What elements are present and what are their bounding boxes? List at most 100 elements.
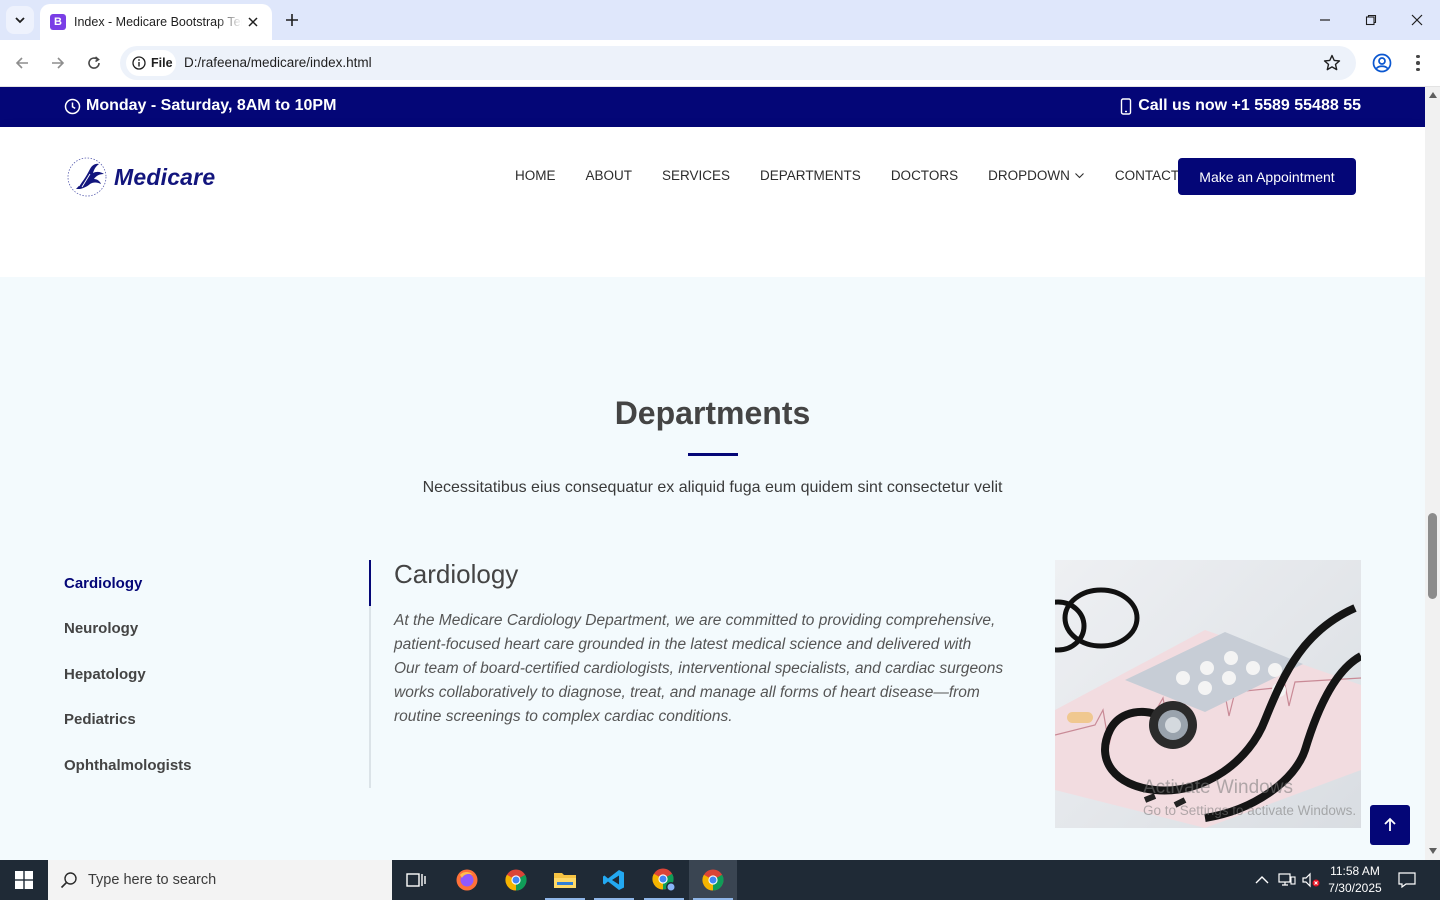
tab-hepatology[interactable]: Hepatology: [64, 666, 146, 683]
chrome-profile-icon: [652, 868, 676, 892]
chevron-down-icon: [15, 17, 25, 24]
vscode-icon: [603, 870, 624, 890]
arrow-right-icon: [52, 57, 65, 69]
section-title-underline: [688, 453, 738, 456]
medicare-eagle-logo-icon: [67, 157, 107, 197]
taskbar-vscode[interactable]: [590, 860, 638, 900]
scroll-down-arrow[interactable]: [1428, 846, 1437, 856]
reload-button[interactable]: [83, 52, 105, 74]
triangle-down-icon: [1428, 848, 1437, 854]
header-spacer-band: [0, 227, 1425, 277]
nav-home[interactable]: HOME: [515, 168, 556, 183]
site-header: Medicare HOME ABOUT SERVICES DEPARTMENTS…: [0, 127, 1425, 227]
nav-contact[interactable]: CONTACT: [1115, 168, 1179, 183]
tray-overflow-button[interactable]: [1252, 860, 1272, 900]
browser-toolbar: File D:/rafeena/medicare/index.html: [0, 40, 1440, 87]
reload-icon: [88, 56, 100, 69]
clock-date: 7/30/2025: [1328, 881, 1382, 895]
topbar: Monday - Saturday, 8AM to 10PM Call us n…: [0, 87, 1425, 127]
taskbar-search-placeholder: Type here to search: [88, 872, 217, 888]
taskbar-search-box[interactable]: Type here to search: [48, 860, 392, 900]
department-detail-text: At the Medicare Cardiology Department, w…: [394, 609, 1014, 729]
back-button[interactable]: [11, 52, 33, 74]
scrollbar-thumb[interactable]: [1428, 513, 1437, 599]
detail-line: routine screenings to complex cardiac co…: [394, 708, 733, 725]
action-center-button[interactable]: [1395, 860, 1419, 900]
section-title: Departments: [614, 395, 811, 431]
chevron-down-icon: [1074, 173, 1084, 179]
info-icon: [132, 56, 146, 70]
phone-icon: [1120, 97, 1132, 115]
firefox-icon: [456, 869, 478, 891]
windows-activation-watermark-subtitle: Go to Settings to activate Windows.: [1143, 803, 1357, 818]
tab-cardiology[interactable]: Cardiology: [64, 575, 142, 592]
windows-activation-watermark-title: Activate Windows: [1143, 777, 1293, 798]
task-view-icon: [406, 873, 426, 887]
phone-contact[interactable]: Call us now +1 5589 55488 55: [1120, 97, 1361, 115]
bootstrap-favicon-icon: B: [50, 14, 66, 30]
site-info-chip[interactable]: File: [126, 50, 176, 76]
restore-button[interactable]: [1359, 8, 1383, 32]
arrow-up-icon: [1384, 817, 1396, 831]
close-icon: [248, 17, 258, 27]
active-tab-indicator: [369, 560, 371, 606]
search-icon: [60, 872, 77, 889]
restore-icon: [1365, 14, 1377, 26]
minimize-button[interactable]: [1313, 8, 1337, 32]
taskbar-clock[interactable]: 11:58 AM 7/30/2025: [1322, 863, 1388, 897]
close-icon: [1411, 14, 1423, 26]
browser-tab-active[interactable]: B Index - Medicare Bootstrap Template: [40, 4, 272, 40]
file-chip-label: File: [151, 56, 173, 70]
tab-ophthalmologists[interactable]: Ophthalmologists: [64, 757, 192, 774]
tab-title: Index - Medicare Bootstrap Template: [74, 15, 242, 29]
new-tab-button[interactable]: [281, 9, 303, 31]
tray-volume-muted[interactable]: [1300, 860, 1322, 900]
arrow-left-icon: [15, 57, 28, 69]
back-to-top-button[interactable]: [1370, 805, 1410, 845]
tab-search-button[interactable]: [6, 6, 34, 34]
main-nav: HOME ABOUT SERVICES DEPARTMENTS DOCTORS …: [515, 168, 1209, 183]
scroll-up-arrow[interactable]: [1428, 90, 1437, 100]
site-logo[interactable]: Medicare: [66, 155, 215, 199]
browser-menu-button[interactable]: [1410, 52, 1426, 74]
tab-neurology[interactable]: Neurology: [64, 620, 138, 637]
make-appointment-button[interactable]: Make an Appointment: [1178, 158, 1356, 195]
logo-text: Medicare: [114, 163, 216, 190]
section-subtitle: Necessitatibus eius consequatur ex aliqu…: [422, 479, 1003, 496]
nav-dropdown-label: DROPDOWN: [988, 168, 1070, 183]
tab-pediatrics[interactable]: Pediatrics: [64, 711, 136, 728]
menu-dot-icon: [1416, 54, 1420, 59]
triangle-up-icon: [1428, 92, 1437, 98]
bookmark-star-button[interactable]: [1322, 53, 1342, 73]
nav-departments[interactable]: DEPARTMENTS: [760, 168, 861, 183]
tab-close-button[interactable]: [244, 13, 262, 31]
taskbar-chrome-active[interactable]: [689, 860, 737, 900]
forward-button[interactable]: [47, 52, 69, 74]
tray-network[interactable]: [1276, 860, 1298, 900]
detail-line: Our team of board-certified cardiologist…: [394, 660, 1004, 677]
account-icon: [1372, 53, 1392, 73]
network-icon: [1278, 873, 1296, 886]
taskbar-chrome[interactable]: [492, 860, 540, 900]
url-text[interactable]: D:/rafeena/medicare/index.html: [184, 55, 372, 70]
page-scrollbar[interactable]: [1425, 87, 1440, 860]
page-viewport: Monday - Saturday, 8AM to 10PM Call us n…: [0, 87, 1425, 860]
nav-doctors[interactable]: DOCTORS: [891, 168, 958, 183]
profile-button[interactable]: [1371, 52, 1393, 74]
close-window-button[interactable]: [1405, 8, 1429, 32]
plus-icon: [286, 14, 298, 26]
nav-about[interactable]: ABOUT: [586, 168, 633, 183]
notification-icon: [1398, 872, 1416, 888]
taskbar-chrome-profile[interactable]: [640, 860, 688, 900]
nav-dropdown[interactable]: DROPDOWN: [988, 168, 1085, 183]
chrome-icon: [702, 869, 724, 891]
task-view-button[interactable]: [392, 860, 440, 900]
chrome-icon: [505, 869, 527, 891]
taskbar-firefox[interactable]: [443, 860, 491, 900]
minimize-icon: [1320, 19, 1330, 21]
menu-dot-icon: [1416, 67, 1420, 72]
nav-services[interactable]: SERVICES: [662, 168, 730, 183]
address-bar[interactable]: File D:/rafeena/medicare/index.html: [120, 46, 1356, 80]
taskbar-file-explorer[interactable]: [541, 860, 589, 900]
start-button[interactable]: [0, 860, 48, 900]
